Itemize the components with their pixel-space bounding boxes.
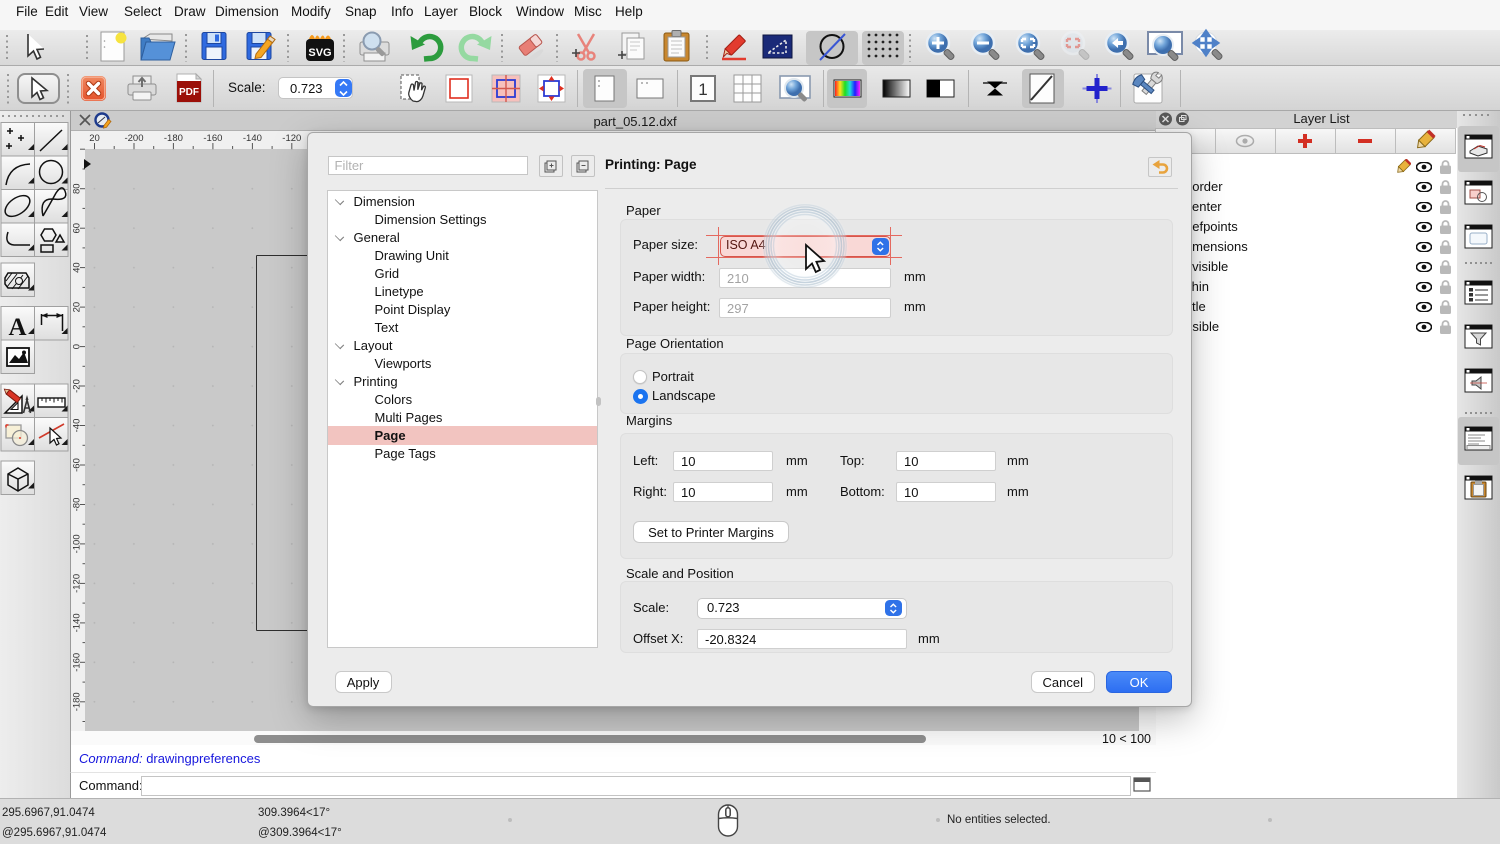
svg-text:-180: -180 <box>72 692 83 711</box>
svg-text:-180: -180 <box>164 133 183 144</box>
svg-text:-200: -200 <box>124 133 143 144</box>
svg-text:-60: -60 <box>72 458 83 472</box>
svg-text:-80: -80 <box>72 498 83 512</box>
svg-text:A: A <box>8 314 26 341</box>
svg-text:-140: -140 <box>243 133 262 144</box>
svg-text:60: 60 <box>72 223 83 234</box>
svg-text:0: 0 <box>72 344 83 349</box>
svg-text:1: 1 <box>698 80 707 99</box>
svg-text:-40: -40 <box>72 419 83 433</box>
svg-text:20: 20 <box>89 133 100 144</box>
svg-text:40: 40 <box>72 262 83 273</box>
svg-text:-140: -140 <box>72 613 83 632</box>
svg-text:PDF: PDF <box>179 87 199 98</box>
svg-text:20: 20 <box>72 302 83 313</box>
svg-text:-120: -120 <box>282 133 301 144</box>
svg-text:-160: -160 <box>203 133 222 144</box>
svg-text:-160: -160 <box>72 653 83 672</box>
svg-text:-100: -100 <box>72 534 83 553</box>
svg-text:80: 80 <box>72 183 83 194</box>
svg-text:-120: -120 <box>72 574 83 593</box>
svg-text:-20: -20 <box>72 379 83 393</box>
